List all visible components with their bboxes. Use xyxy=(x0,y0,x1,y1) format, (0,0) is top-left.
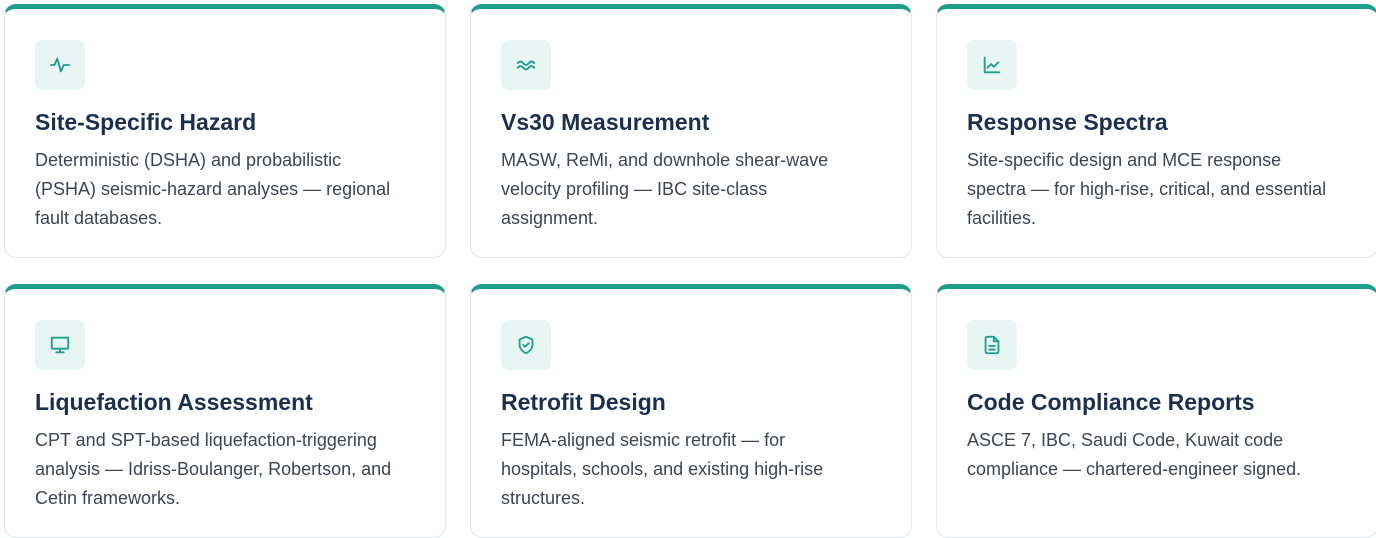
card-description: FEMA-aligned seismic retrofit — for hosp… xyxy=(501,430,824,508)
waves-icon xyxy=(516,60,536,71)
service-card-response-spectra: Response Spectra Site-specific design an… xyxy=(936,4,1376,258)
icon-badge xyxy=(967,40,1017,90)
card-title: Liquefaction Assessment xyxy=(35,389,313,415)
icon-badge xyxy=(501,320,551,370)
card-description: ASCE 7, IBC, Saudi Code, Kuwait code com… xyxy=(967,430,1302,479)
card-title: Code Compliance Reports xyxy=(967,389,1255,415)
icon-badge xyxy=(35,40,85,90)
card-title: Site-Specific Hazard xyxy=(35,109,257,135)
file-text-icon xyxy=(984,335,1000,355)
card-title: Vs30 Measurement xyxy=(501,109,710,135)
card-description: MASW, ReMi, and downhole shear-wave velo… xyxy=(501,150,829,228)
icon-badge xyxy=(501,40,551,90)
service-card-liquefaction-assessment: Liquefaction Assessment CPT and SPT-base… xyxy=(4,284,446,538)
card-title: Response Spectra xyxy=(967,109,1168,135)
card-description: CPT and SPT-based liquefaction-triggerin… xyxy=(35,430,392,508)
icon-badge xyxy=(35,320,85,370)
card-title: Retrofit Design xyxy=(501,389,666,415)
service-card-site-specific-hazard: Site-Specific Hazard Deterministic (DSHA… xyxy=(4,4,446,258)
shield-check-icon xyxy=(518,335,534,355)
card-description: Deterministic (DSHA) and probabilistic (… xyxy=(35,150,391,228)
services-grid: Site-Specific Hazard Deterministic (DSHA… xyxy=(4,4,1376,538)
icon-badge xyxy=(967,320,1017,370)
service-card-retrofit-design: Retrofit Design FEMA-aligned seismic ret… xyxy=(470,284,912,538)
card-description: Site-specific design and MCE response sp… xyxy=(967,150,1327,228)
activity-icon xyxy=(49,57,71,73)
service-card-code-compliance-reports: Code Compliance Reports ASCE 7, IBC, Sau… xyxy=(936,284,1376,538)
service-card-vs30-measurement: Vs30 Measurement MASW, ReMi, and downhol… xyxy=(470,4,912,258)
line-chart-icon xyxy=(983,56,1001,74)
monitor-icon xyxy=(50,336,70,354)
